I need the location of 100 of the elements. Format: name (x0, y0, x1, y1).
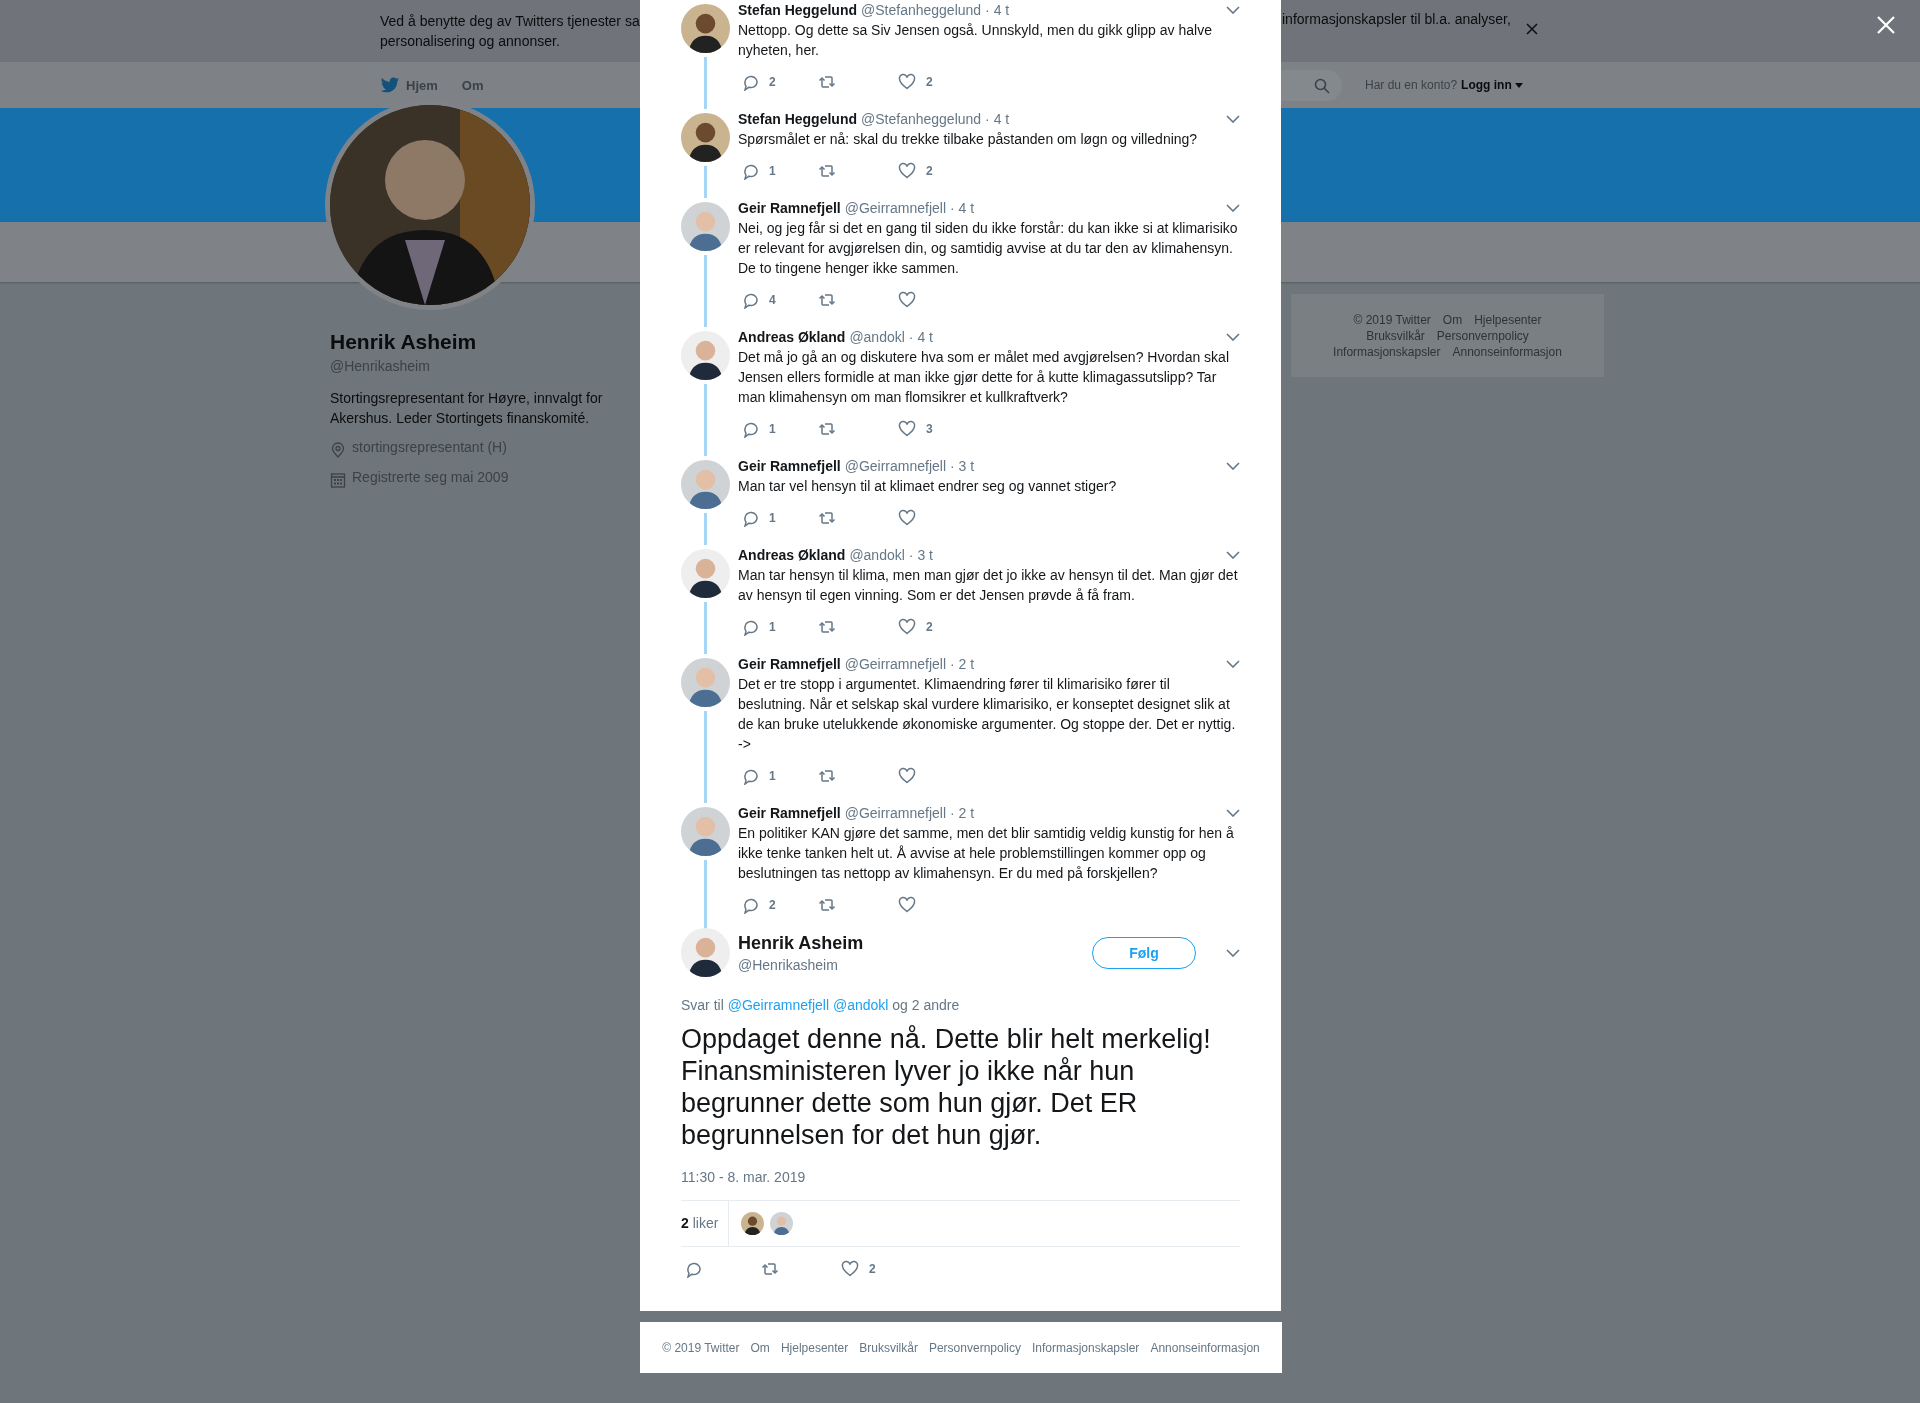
tweet-time[interactable]: · 2 t (950, 656, 975, 672)
author-name[interactable]: Stefan Heggelund (738, 111, 857, 127)
author-handle[interactable]: @Geirramnefjell (844, 200, 947, 216)
footer-link[interactable]: Bruksvilkår (859, 1340, 918, 1355)
thread-line (704, 57, 707, 109)
heart-icon[interactable] (898, 73, 916, 91)
like-count[interactable]: 2 liker (681, 1201, 730, 1246)
tweet-time[interactable]: · 3 t (908, 547, 933, 563)
heart-icon[interactable] (898, 767, 916, 785)
avatar (681, 113, 730, 162)
author-handle[interactable]: @Henrikasheim (738, 954, 1084, 975)
speech-bubble-icon[interactable] (684, 1260, 702, 1278)
author-name[interactable]: Geir Ramnefjell (738, 200, 841, 216)
speech-bubble-icon[interactable] (741, 509, 759, 527)
caret-icon[interactable] (1226, 6, 1240, 14)
retweet-icon[interactable] (818, 767, 836, 785)
tweet-text: Oppdaget denne nå. Dette blir helt merkelig! Finansministeren lyver jo ikke når hun begrunner dette som hun gjør. Det ER begrunnelsen for det hun gjør. (681, 1023, 1212, 1151)
tweet-time[interactable]: · 3 t (950, 458, 975, 474)
retweet-icon[interactable] (818, 420, 836, 438)
author-handle[interactable]: @Geirramnefjell (844, 805, 947, 821)
author-handle[interactable]: @Stefanheggelund (861, 111, 982, 127)
author-name[interactable]: Stefan Heggelund (738, 2, 857, 18)
profile-name: Henrik Asheim (330, 329, 478, 355)
caret-icon[interactable] (1226, 809, 1240, 817)
caret-icon[interactable] (1226, 948, 1240, 957)
speech-bubble-icon[interactable] (741, 896, 759, 914)
speech-bubble-icon[interactable] (741, 420, 759, 438)
author-name[interactable]: Henrik Asheim (738, 930, 1084, 955)
retweet-icon[interactable] (818, 73, 836, 91)
reply-count: 2 (769, 898, 776, 912)
author-name[interactable]: Geir Ramnefjell (738, 805, 841, 821)
footer-link[interactable]: Om (1442, 312, 1463, 327)
thread-line (704, 166, 707, 198)
footer-link[interactable]: © 2019 Twitter (1353, 312, 1431, 327)
footer-link[interactable]: Hjelpesenter (780, 1340, 849, 1355)
avatar (681, 460, 730, 509)
login-link[interactable]: Logg inn (1461, 78, 1523, 92)
heart-icon[interactable] (898, 291, 916, 309)
footer-link[interactable]: Bruksvilkår (1366, 328, 1425, 343)
caret-icon[interactable] (1226, 333, 1240, 341)
speech-bubble-icon[interactable] (741, 767, 759, 785)
footer-link[interactable]: Personvernpolicy (928, 1340, 1021, 1355)
like-count: 2 (926, 75, 933, 89)
author-handle[interactable]: @Geirramnefjell (844, 656, 947, 672)
thread-line (704, 255, 707, 327)
speech-bubble-icon[interactable] (741, 291, 759, 309)
retweet-icon[interactable] (818, 291, 836, 309)
retweet-icon[interactable] (818, 618, 836, 636)
heart-icon[interactable] (898, 618, 916, 636)
caret-icon[interactable] (1226, 204, 1240, 212)
footer-link[interactable]: Annonseinformasjon (1452, 344, 1562, 359)
heart-icon[interactable] (898, 420, 916, 438)
mention-link[interactable]: @Geirramnefjell (727, 997, 830, 1013)
author-handle[interactable]: @andokl (849, 329, 905, 345)
footer-link[interactable]: Hjelpesenter (1474, 312, 1542, 327)
author-name[interactable]: Andreas Økland (738, 329, 846, 345)
follow-button[interactable]: Følg (1092, 936, 1196, 969)
speech-bubble-icon[interactable] (741, 73, 759, 91)
retweet-icon[interactable] (818, 509, 836, 527)
footer-link[interactable]: © 2019 Twitter (662, 1340, 740, 1355)
tweet-time[interactable]: · 4 t (908, 329, 933, 345)
reply-count: 1 (769, 769, 776, 783)
footer-link[interactable]: Personvernpolicy (1436, 328, 1529, 343)
footer-link[interactable]: Informasjonskapsler (1032, 1340, 1140, 1355)
author-handle[interactable]: @Stefanheggelund (861, 2, 982, 18)
retweet-icon[interactable] (818, 162, 836, 180)
heart-icon[interactable] (898, 509, 916, 527)
avatar (681, 807, 730, 856)
tweet-text: En politiker KAN gjøre det samme, men det blir samtidig veldig kunstig for hen å ikke tenke tanken helt ut. Å avvise at hele problemstillingen kommer opp og beslutningen tas nettopp av klimahensyn. Er du med på forskjellen? (738, 824, 1235, 883)
heart-icon[interactable] (898, 162, 916, 180)
author-handle[interactable]: @Geirramnefjell (844, 458, 947, 474)
author-name[interactable]: Geir Ramnefjell (738, 656, 841, 672)
speech-bubble-icon[interactable] (741, 162, 759, 180)
author-name[interactable]: Andreas Økland (738, 547, 846, 563)
tweet-time[interactable]: · 4 t (985, 111, 1010, 127)
tweet-time[interactable]: · 2 t (950, 805, 975, 821)
mention-link[interactable]: @andokl (832, 997, 889, 1013)
caret-icon[interactable] (1226, 660, 1240, 668)
close-icon[interactable] (1525, 22, 1539, 36)
footer-link[interactable]: Om (750, 1340, 770, 1355)
caret-icon[interactable] (1226, 551, 1240, 559)
footer-link[interactable]: Annonseinformasjon (1150, 1340, 1260, 1355)
avatar (681, 658, 730, 707)
caret-icon[interactable] (1226, 462, 1240, 470)
profile-bio: Stortingsrepresentant for Høyre, innvalgt for Akershus. Leder Stortingets finanskomité. (330, 389, 604, 428)
tweet-time[interactable]: · 4 t (985, 2, 1010, 18)
author-name[interactable]: Geir Ramnefjell (738, 458, 841, 474)
heart-icon[interactable] (898, 896, 916, 914)
banner-text: informasjonskapsler til bl.a. analyser, (1282, 10, 1511, 29)
heart-icon[interactable] (841, 1260, 859, 1278)
footer-link[interactable]: Informasjonskapsler (1333, 344, 1441, 359)
caret-icon[interactable] (1226, 115, 1240, 123)
tweet-time[interactable]: · 4 t (950, 200, 975, 216)
retweet-icon[interactable] (818, 896, 836, 914)
caret-icon (1514, 82, 1523, 88)
nav-link[interactable]: Om (461, 77, 484, 93)
nav-link[interactable]: Hjem (380, 76, 438, 94)
author-handle[interactable]: @andokl (849, 547, 905, 563)
retweet-icon[interactable] (761, 1260, 779, 1278)
speech-bubble-icon[interactable] (741, 618, 759, 636)
